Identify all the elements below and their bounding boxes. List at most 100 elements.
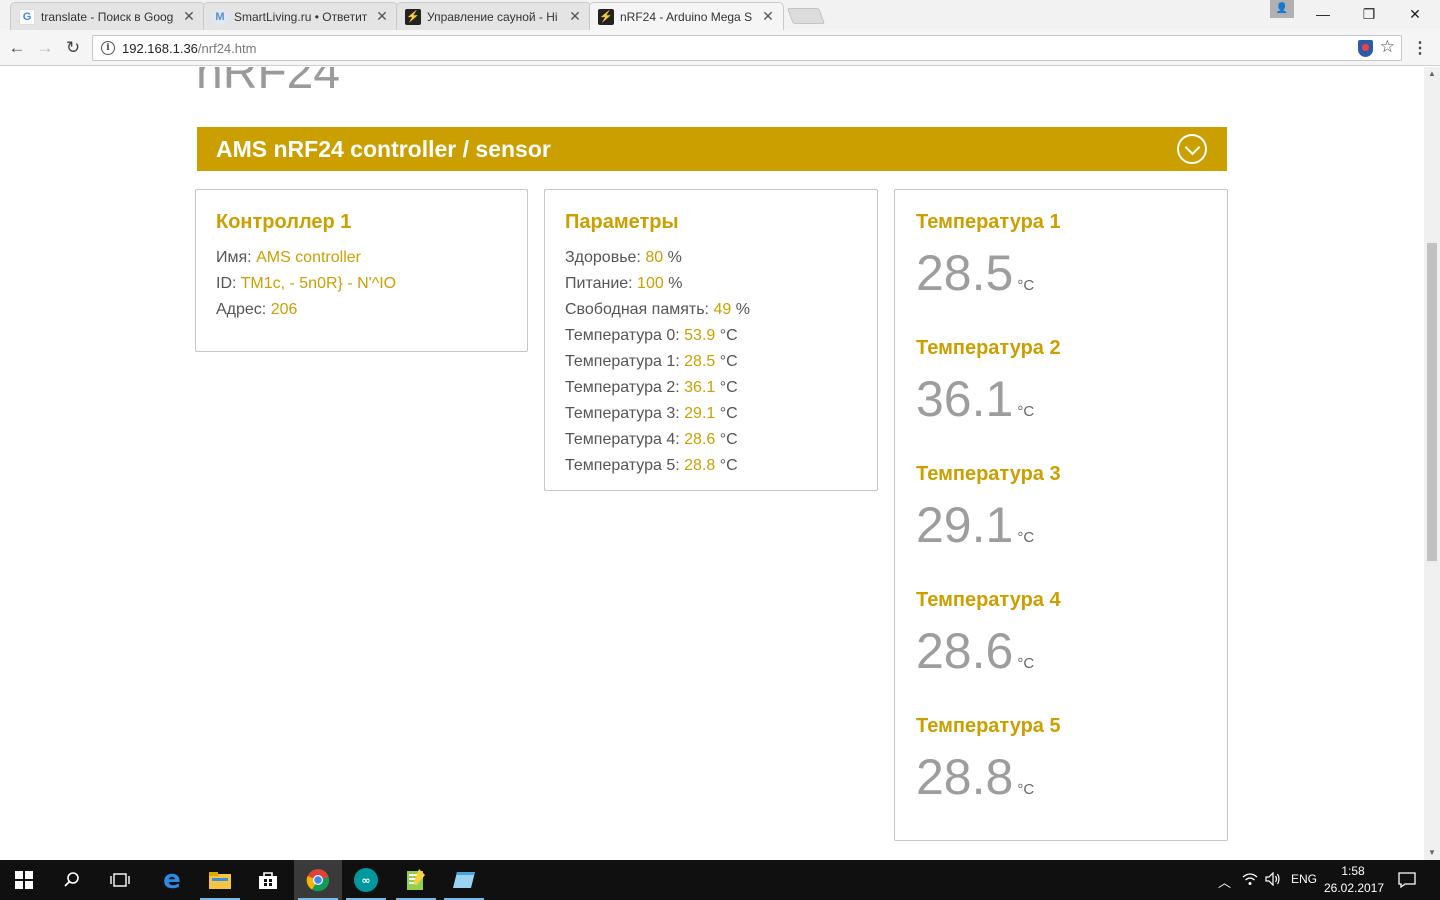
address-bar[interactable]: i 192.168.1.36/nrf24.htm ☆: [92, 35, 1402, 61]
temperature-title: Температура 4: [916, 589, 1061, 611]
param-row: Здоровье: 80 %: [565, 245, 750, 271]
bookmark-star-icon[interactable]: ☆: [1380, 37, 1395, 57]
temperatures-card: Температура 1 28.5 °C Температура 2 36.1 °…: [894, 189, 1228, 841]
param-row: Температура 3: 29.1 °C: [565, 401, 750, 427]
row-value: 28.5: [684, 353, 716, 370]
browser-tab-active[interactable]: ⚡ nRF24 - Arduino Mega S ✕: [589, 2, 784, 30]
row-label: Температура 3:: [565, 405, 685, 422]
row-unit: %: [731, 301, 750, 318]
controller-card: Контроллер 1 Имя: AMS controller ID: TM1…: [195, 189, 528, 352]
info-row: Имя: AMS controller: [216, 245, 396, 271]
browser-tab[interactable]: G translate - Поиск в Goog ✕: [10, 2, 205, 30]
arduino-mega-server-icon: ⚡: [598, 8, 614, 25]
url-text[interactable]: 192.168.1.36/nrf24.htm: [122, 41, 256, 56]
browser-toolbar: ← → ↻ i 192.168.1.36/nrf24.htm ☆ ⋮: [0, 30, 1440, 66]
reload-icon[interactable]: ↻: [62, 37, 84, 59]
row-unit: °C: [715, 431, 738, 448]
chevron-up-icon[interactable]: ︿: [1218, 872, 1231, 891]
new-tab-button[interactable]: [787, 8, 825, 24]
tab-title: translate - Поиск в Goog: [41, 9, 174, 24]
close-tab-icon[interactable]: ✕: [375, 8, 389, 25]
row-value: 100: [637, 275, 664, 292]
close-tab-icon[interactable]: ✕: [182, 8, 196, 25]
chevron-down-circle-icon[interactable]: [1177, 134, 1207, 164]
temperature-title: Температура 3: [916, 463, 1061, 485]
param-row: Температура 5: 28.8 °C: [565, 453, 750, 479]
row-value: 80: [645, 249, 664, 266]
row-unit: %: [663, 249, 682, 266]
network-icon[interactable]: [1242, 872, 1258, 889]
temperature-unit: °C: [1017, 529, 1035, 546]
minimize-icon[interactable]: —: [1300, 0, 1346, 28]
task-view-icon[interactable]: [96, 860, 144, 900]
profile-icon[interactable]: 👤: [1270, 0, 1294, 18]
back-icon[interactable]: ←: [6, 37, 28, 59]
temperature-title: Температура 2: [916, 337, 1061, 359]
row-value: 206: [270, 301, 298, 318]
windows-taskbar: e ∞ ︿ ENG 1:58 26.02.2017: [0, 860, 1440, 900]
language-indicator[interactable]: ENG: [1291, 872, 1317, 886]
card-title: Контроллер 1: [216, 211, 352, 233]
row-label: Температура 2:: [565, 379, 685, 396]
temperature-unit: °C: [1017, 781, 1035, 798]
param-row: Температура 4: 28.6 °C: [565, 427, 750, 453]
chrome-icon[interactable]: [294, 860, 342, 900]
row-value: 53.9: [684, 327, 716, 344]
temperature-block: Температура 1 28.5 °C: [916, 211, 1061, 302]
browser-tab[interactable]: ⚡ Управление сауной - Hi ✕: [396, 2, 591, 30]
url-host: 192.168.1.36: [122, 41, 198, 56]
section-banner[interactable]: AMS nRF24 controller / sensor: [197, 127, 1227, 171]
close-window-icon[interactable]: ✕: [1392, 0, 1438, 28]
close-tab-icon[interactable]: ✕: [568, 8, 582, 25]
tab-title: Управление сауной - Hi: [427, 9, 558, 24]
notifications-icon[interactable]: [1398, 872, 1416, 891]
row-label: Температура 4:: [565, 431, 685, 448]
param-row: Свободная память: 49 %: [565, 297, 750, 323]
file-explorer-icon[interactable]: [196, 860, 244, 900]
edge-browser-icon[interactable]: e: [148, 860, 196, 900]
restore-icon[interactable]: ❐: [1346, 0, 1392, 28]
temperature-title: Температура 1: [916, 211, 1061, 233]
banner-title: AMS nRF24 controller / sensor: [216, 136, 551, 162]
row-unit: °C: [715, 327, 738, 344]
forward-icon[interactable]: →: [34, 37, 56, 59]
row-unit: °C: [715, 405, 738, 422]
param-row: Температура 1: 28.5 °C: [565, 349, 750, 375]
temperature-value: 29.1: [916, 497, 1014, 553]
page-scrollbar[interactable]: ▲ ▼: [1424, 67, 1440, 860]
arduino-ide-icon[interactable]: ∞: [342, 860, 390, 900]
scroll-up-icon[interactable]: ▲: [1424, 67, 1440, 81]
clock-date[interactable]: 26.02.2017: [1322, 881, 1386, 895]
clock-time[interactable]: 1:58: [1330, 864, 1376, 878]
row-label: Питание:: [565, 275, 638, 292]
param-row: Питание: 100 %: [565, 271, 750, 297]
windows-start-icon[interactable]: [0, 860, 48, 900]
row-label: ID:: [216, 275, 241, 292]
browser-menu-icon[interactable]: ⋮: [1412, 38, 1428, 58]
param-row: Температура 0: 53.9 °C: [565, 323, 750, 349]
browser-tab[interactable]: M SmartLiving.ru • Ответит ✕: [203, 2, 398, 30]
tab-title: SmartLiving.ru • Ответит: [234, 9, 368, 24]
temperature-unit: °C: [1017, 655, 1035, 672]
close-tab-icon[interactable]: ✕: [761, 8, 775, 25]
info-icon[interactable]: i: [101, 41, 115, 55]
info-row: ID: TM1c, - 5n0R} - N'^IO: [216, 271, 396, 297]
temperature-value: 28.8: [916, 749, 1014, 805]
scrollbar-thumb[interactable]: [1427, 243, 1437, 561]
page-title: nRF24: [196, 67, 341, 99]
card-title: Параметры: [565, 211, 679, 233]
row-value: 29.1: [684, 405, 716, 422]
row-value: TM1c, - 5n0R} - N'^IO: [240, 275, 397, 292]
smartliving-icon: M: [212, 8, 228, 25]
search-icon[interactable]: [48, 860, 96, 900]
row-label: Температура 0:: [565, 327, 685, 344]
row-label: Свободная память:: [565, 301, 714, 318]
notepad-plus-icon[interactable]: [392, 860, 440, 900]
param-row: Температура 2: 36.1 °C: [565, 375, 750, 401]
shield-extension-icon[interactable]: [1358, 40, 1373, 57]
app-window-icon[interactable]: [440, 860, 488, 900]
store-icon[interactable]: [244, 860, 292, 900]
temperature-block: Температура 5 28.8 °C: [916, 715, 1061, 806]
scroll-down-icon[interactable]: ▼: [1424, 846, 1440, 860]
volume-icon[interactable]: [1265, 871, 1281, 889]
